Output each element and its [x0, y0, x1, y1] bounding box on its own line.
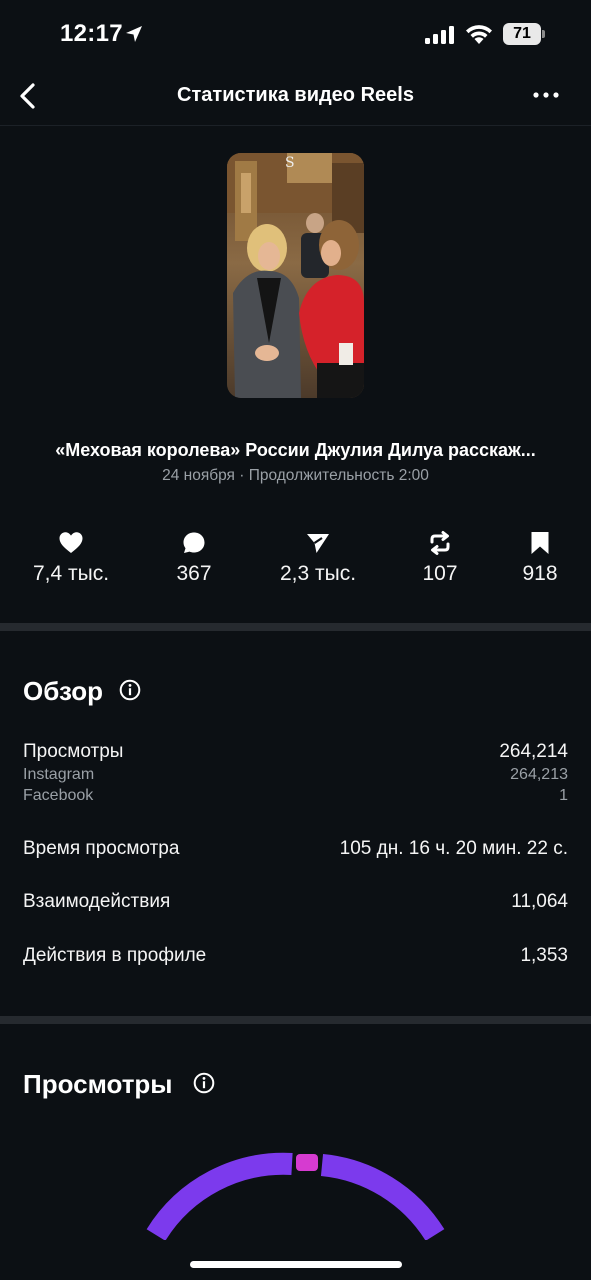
- overview-title: Обзор: [23, 676, 103, 706]
- page-title: Статистика видео Reels: [177, 84, 414, 106]
- likes-count: 7,4 тыс.: [32, 562, 110, 585]
- reel-thumbnail[interactable]: S: [227, 153, 364, 398]
- facebook-value: 1: [559, 787, 568, 804]
- info-icon[interactable]: [119, 679, 141, 701]
- wifi-icon: [466, 25, 492, 44]
- likes-metric: 7,4 тыс.: [11, 530, 131, 586]
- battery-indicator: 71: [503, 23, 545, 45]
- bookmark-icon: [531, 532, 549, 554]
- views-gauge-chart: [146, 1152, 445, 1240]
- shares-count: 2,3 тыс.: [279, 562, 357, 585]
- instagram-label: Instagram: [23, 766, 95, 783]
- section-divider: [0, 1016, 591, 1024]
- home-indicator[interactable]: [190, 1261, 402, 1268]
- views-label: Просмотры: [23, 741, 124, 762]
- interactions-value: 11,064: [511, 891, 568, 912]
- comments-metric: 367: [134, 530, 254, 586]
- reel-thumbnail-image: S: [227, 153, 364, 398]
- battery-level: 71: [513, 25, 531, 42]
- views-section-title: Просмотры: [23, 1069, 173, 1099]
- nav-bar: Статистика видео Reels: [0, 70, 591, 126]
- reel-meta: 24 ноября · Продолжительность 2:00: [162, 467, 429, 484]
- saves-count: 918: [522, 562, 558, 585]
- svg-text:S: S: [285, 155, 295, 171]
- comments-count: 367: [176, 562, 212, 585]
- profile-actions-label: Действия в профиле: [23, 945, 207, 966]
- facebook-label: Facebook: [23, 787, 94, 804]
- cellular-signal-icon: [425, 26, 454, 44]
- section-divider: [0, 623, 591, 631]
- instagram-value: 264,213: [510, 766, 568, 783]
- info-icon[interactable]: [193, 1072, 215, 1094]
- profile-actions-value: 1,353: [520, 945, 568, 966]
- repost-icon: [430, 531, 450, 555]
- comment-icon: [183, 532, 205, 553]
- reel-title: «Меховая королева» России Джулия Дилуа р…: [55, 440, 536, 460]
- engagement-metrics: 7,4 тыс. 367 2,3 тыс. 107 918: [0, 530, 591, 590]
- location-arrow-icon: [126, 26, 142, 42]
- more-options-icon[interactable]: [530, 90, 562, 100]
- watch-time-value: 105 дн. 16 ч. 20 мин. 22 с.: [339, 838, 568, 859]
- interactions-label: Взаимодействия: [23, 891, 171, 912]
- views-value: 264,214: [499, 741, 568, 762]
- status-time: 12:17: [60, 20, 123, 47]
- shares-metric: 2,3 тыс.: [258, 530, 378, 586]
- heart-icon: [59, 532, 83, 553]
- watch-time-label: Время просмотра: [23, 838, 180, 859]
- share-icon: [307, 534, 329, 553]
- battery-tip: [542, 30, 545, 38]
- saves-metric: 918: [480, 530, 591, 586]
- status-bar: 12:17 71: [0, 0, 591, 70]
